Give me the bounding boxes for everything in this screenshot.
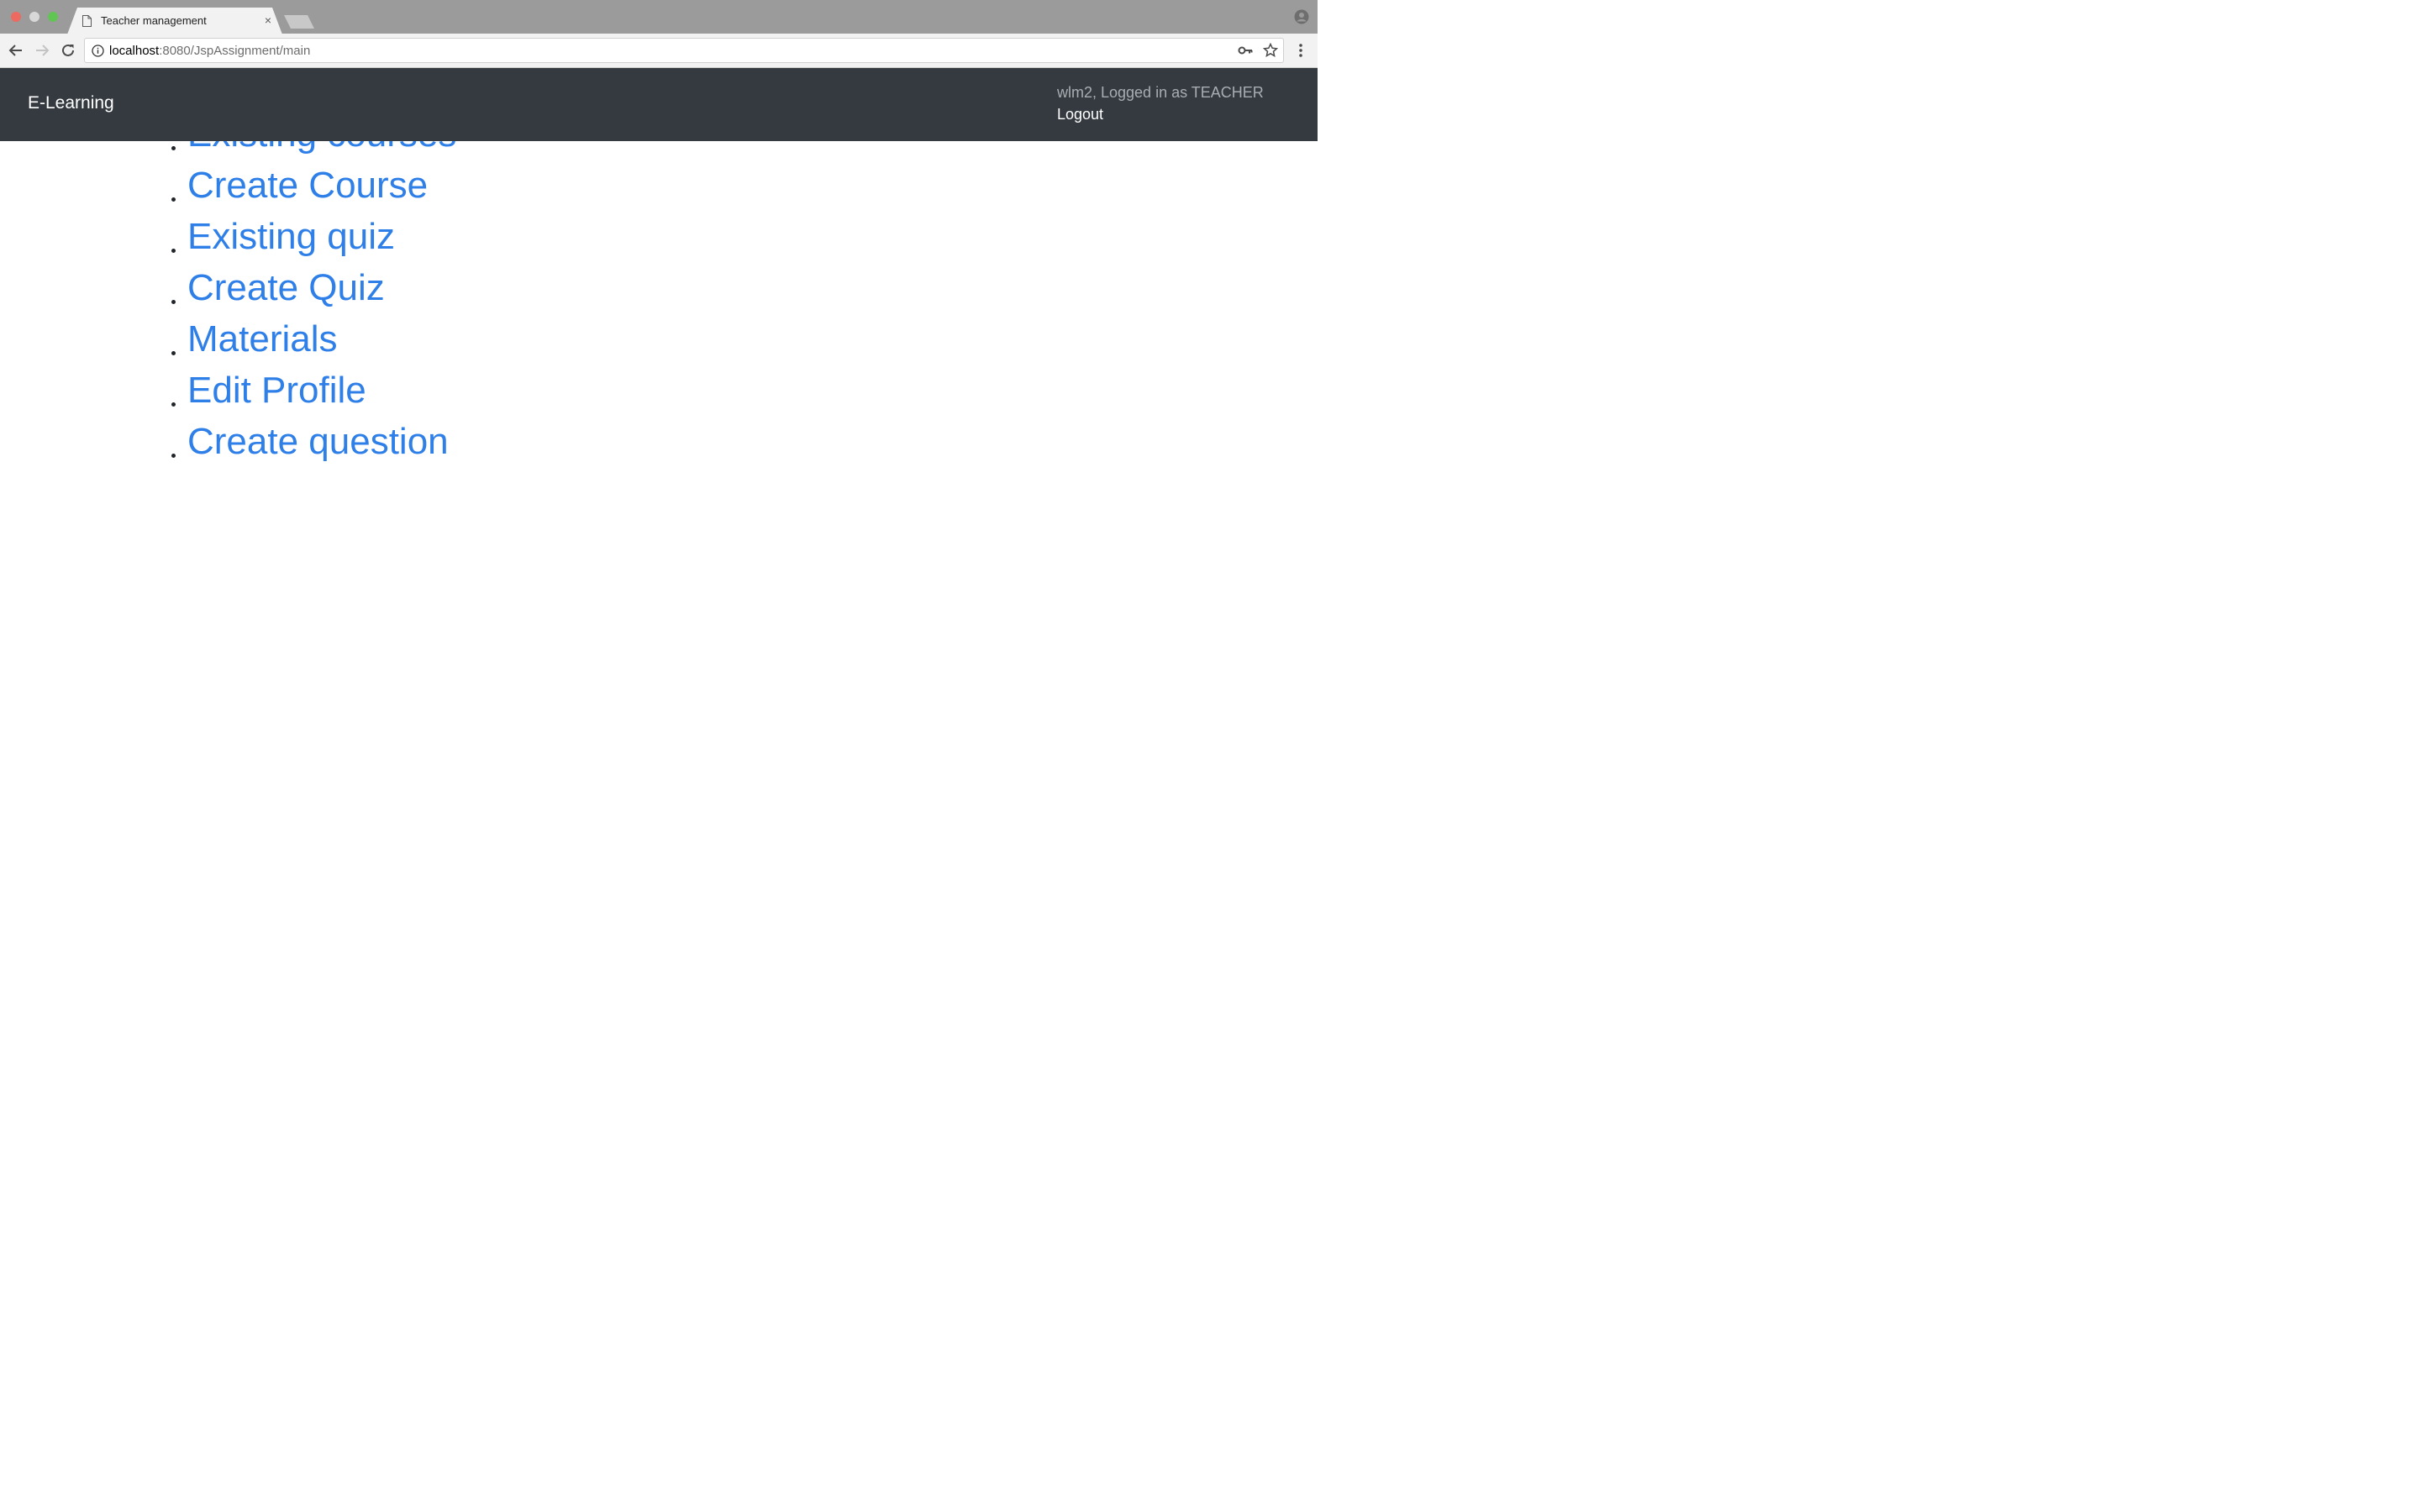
forward-arrow-icon[interactable] [34,42,50,59]
site-navbar: E-Learning wlm2, Logged in as TEACHER Lo… [0,68,1318,141]
menu-item-existing-courses: Existing courses [0,141,456,160]
menu-item-create-course: Create Course [0,160,456,211]
list-bullet [171,249,176,253]
main-content: Existing courses Create Course Existing … [0,141,1318,823]
teacher-menu-list: Existing courses Create Course Existing … [0,141,456,467]
create-quiz-link[interactable]: Create Quiz [187,262,385,313]
list-bullet [171,402,176,407]
maximize-window-button[interactable] [48,12,58,22]
tab-title: Teacher management [101,14,207,27]
close-window-button[interactable] [11,12,21,22]
materials-link[interactable]: Materials [187,313,338,365]
new-tab-button[interactable] [284,15,314,29]
existing-quiz-link[interactable]: Existing quiz [187,211,395,262]
browser-tab[interactable]: Teacher management × [67,8,282,34]
star-icon[interactable] [1263,43,1278,58]
menu-item-create-quiz: Create Quiz [0,262,456,313]
kebab-menu-icon[interactable] [1294,42,1307,59]
document-icon [82,15,92,27]
list-bullet [171,351,176,355]
tab-close-icon[interactable]: × [260,13,276,28]
reload-icon[interactable] [60,42,76,59]
key-icon[interactable] [1238,45,1253,56]
minimize-window-button[interactable] [29,12,39,22]
user-status-text: wlm2, Logged in as TEACHER [1057,84,1264,101]
list-bullet [171,146,176,150]
profile-icon[interactable] [1294,9,1309,24]
browser-toolbar: localhost:8080/JspAssignment/main [0,34,1318,68]
address-bar[interactable]: localhost:8080/JspAssignment/main [84,38,1284,63]
existing-courses-link[interactable]: Existing courses [187,141,456,160]
info-icon[interactable] [92,45,104,57]
edit-profile-link[interactable]: Edit Profile [187,365,366,416]
browser-titlebar: Teacher management × [0,0,1318,34]
list-bullet [171,300,176,304]
create-course-link[interactable]: Create Course [187,160,428,211]
menu-item-edit-profile: Edit Profile [0,365,456,416]
back-arrow-icon[interactable] [8,42,24,59]
url-path: :8080/JspAssignment/main [159,44,311,58]
list-bullet [171,454,176,458]
list-bullet [171,197,176,202]
menu-item-materials: Materials [0,313,456,365]
logout-link[interactable]: Logout [1057,106,1103,123]
menu-item-create-question: Create question [0,416,456,467]
brand-logo[interactable]: E-Learning [28,93,114,113]
menu-item-existing-quiz: Existing quiz [0,211,456,262]
url-host: localhost [109,44,160,58]
create-question-link[interactable]: Create question [187,416,449,467]
url-text[interactable]: localhost:8080/JspAssignment/main [109,44,310,58]
